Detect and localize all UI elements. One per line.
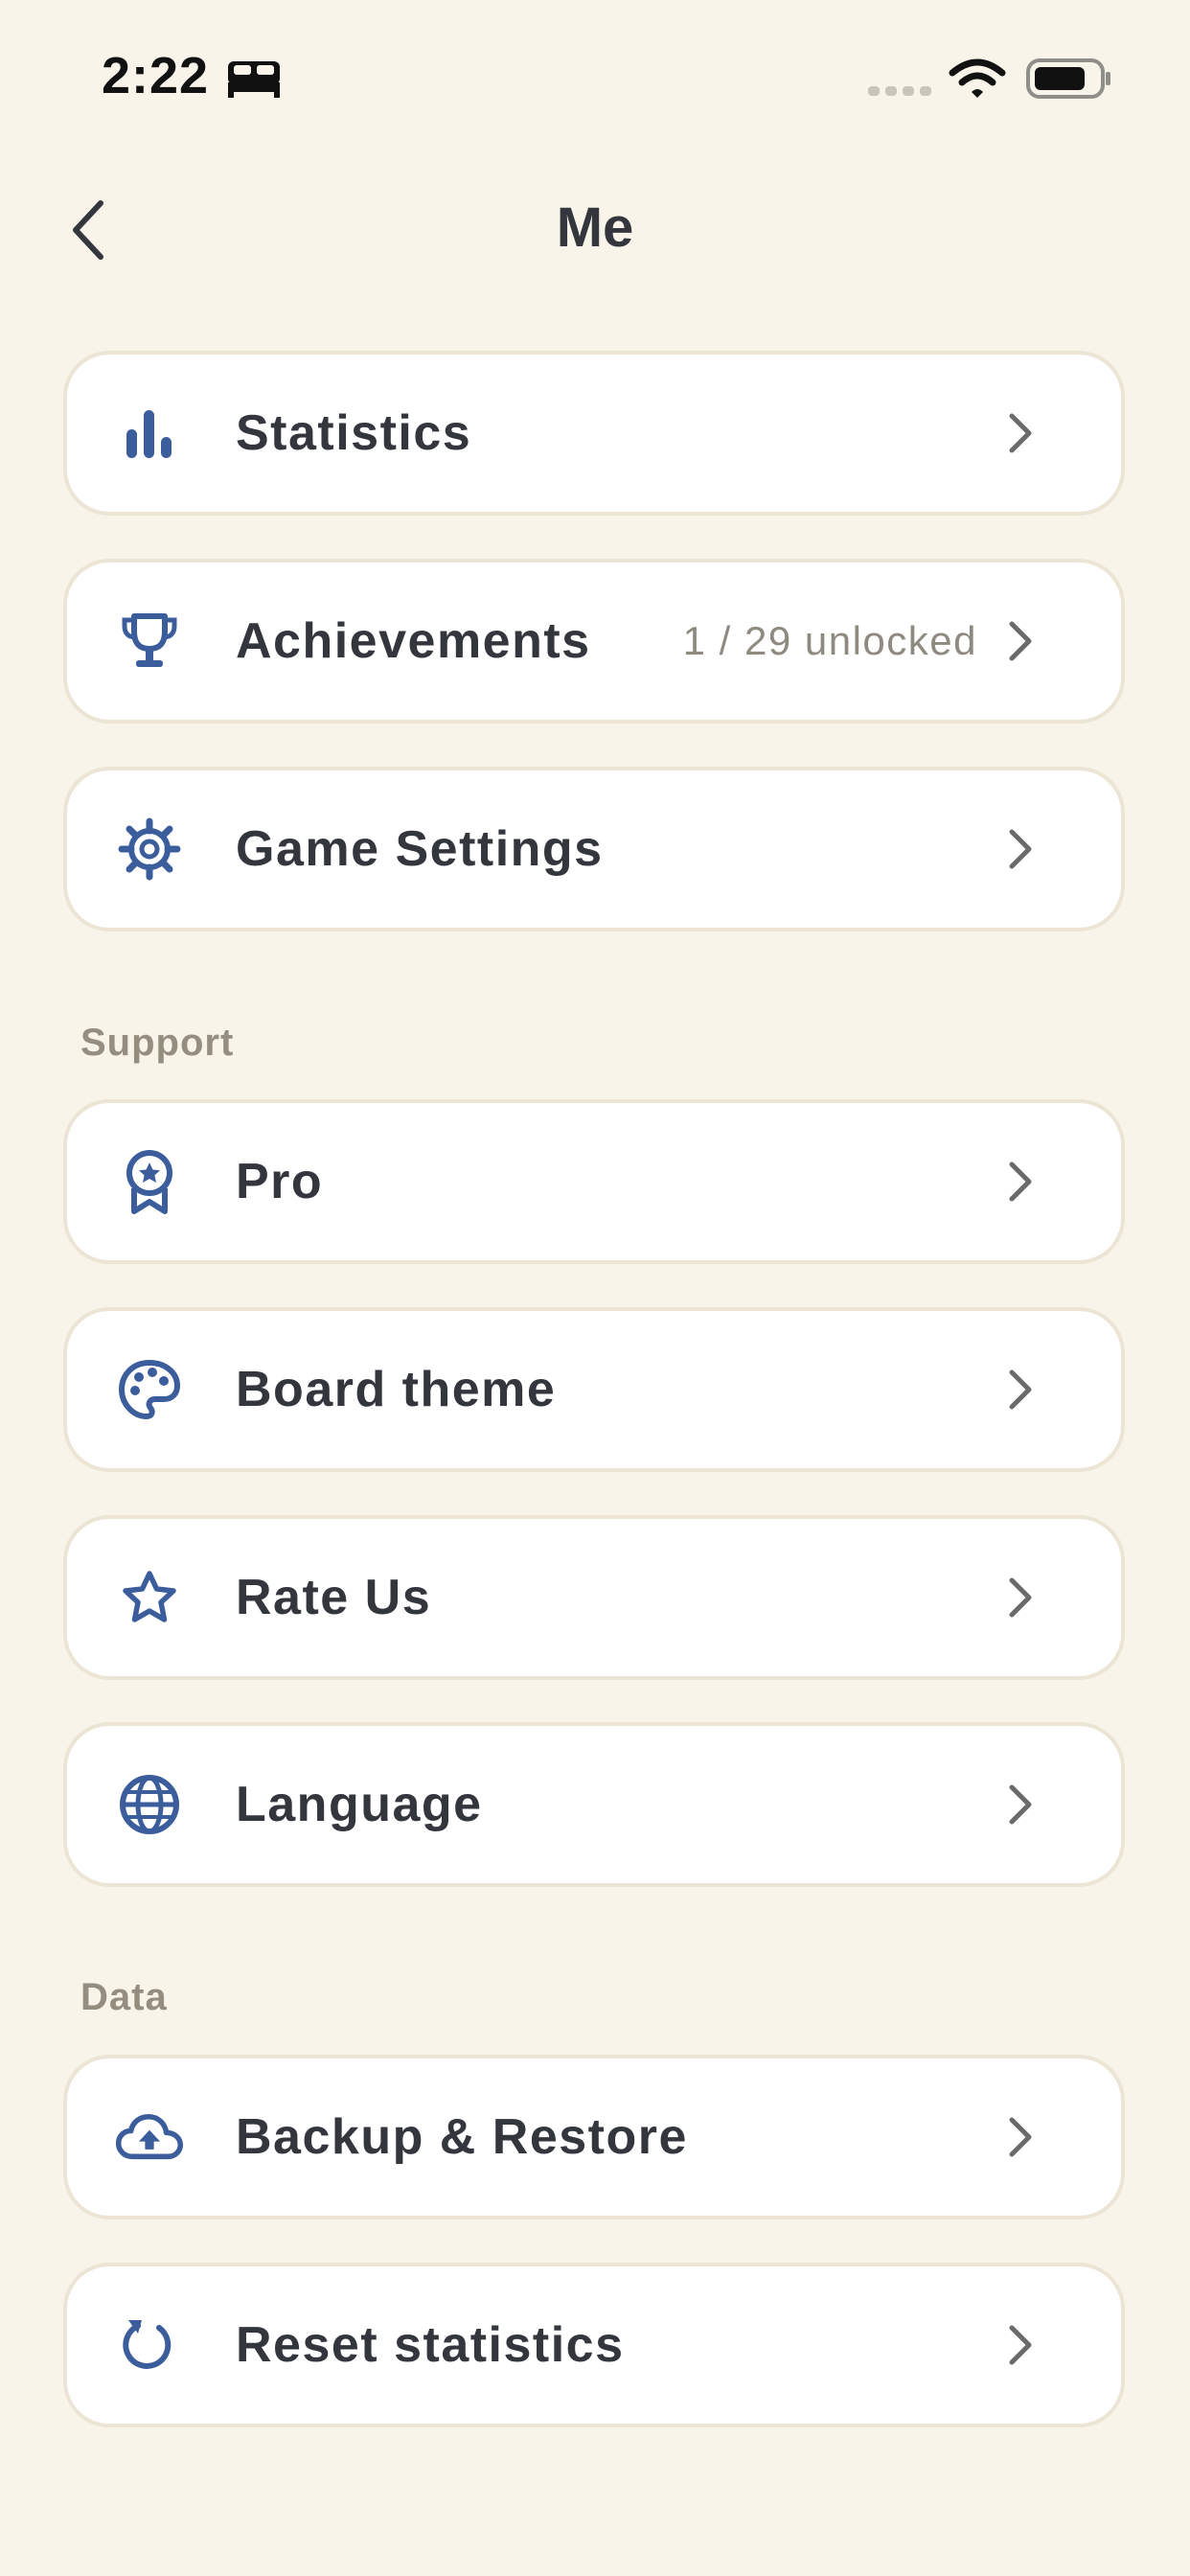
trophy-icon <box>115 607 184 676</box>
menu-item-label: Statistics <box>236 405 472 461</box>
chevron-right-icon <box>1006 618 1035 664</box>
menu-item-achievements[interactable]: Achievements 1 / 29 unlocked <box>63 559 1125 724</box>
menu-item-reset-statistics[interactable]: Reset statistics <box>63 2263 1125 2427</box>
globe-icon <box>115 1770 184 1839</box>
menu-item-game-settings[interactable]: Game Settings <box>63 767 1125 932</box>
bar-chart-icon <box>115 399 184 468</box>
chevron-right-icon <box>1006 2322 1035 2368</box>
menu-item-language[interactable]: Language <box>63 1722 1125 1887</box>
cloud-upload-icon <box>115 2103 184 2172</box>
star-icon <box>115 1563 184 1632</box>
menu-item-backup-restore[interactable]: Backup & Restore <box>63 2055 1125 2220</box>
menu-item-statistics[interactable]: Statistics <box>63 351 1125 516</box>
battery-icon <box>1025 58 1113 104</box>
bed-icon <box>226 58 282 104</box>
palette-icon <box>115 1355 184 1424</box>
chevron-right-icon <box>1006 1782 1035 1828</box>
menu-item-label: Reset statistics <box>236 2317 625 2373</box>
menu-item-label: Language <box>236 1777 483 1832</box>
wifi-icon <box>949 58 1006 104</box>
menu-item-label: Pro <box>236 1154 324 1209</box>
status-time: 2:22 <box>102 47 210 104</box>
status-bar: 2:22 <box>0 0 1190 153</box>
menu-item-label: Backup & Restore <box>236 2109 688 2165</box>
chevron-right-icon <box>1006 1575 1035 1621</box>
award-badge-icon <box>115 1147 184 1216</box>
menu-item-rate-us[interactable]: Rate Us <box>63 1515 1125 1680</box>
page-title: Me <box>556 196 634 259</box>
chevron-right-icon <box>1006 410 1035 456</box>
signal-icon <box>868 84 931 103</box>
menu-item-board-theme[interactable]: Board theme <box>63 1307 1125 1472</box>
chevron-right-icon <box>1006 826 1035 872</box>
section-heading-support: Support <box>80 1022 235 1064</box>
menu-item-label: Board theme <box>236 1362 557 1417</box>
menu-item-pro[interactable]: Pro <box>63 1099 1125 1264</box>
gear-icon <box>115 815 184 884</box>
achievements-progress: 1 / 29 unlocked <box>682 618 977 663</box>
chevron-right-icon <box>1006 2114 1035 2160</box>
menu-item-label: Achievements <box>236 613 591 669</box>
chevron-right-icon <box>1006 1159 1035 1205</box>
section-heading-data: Data <box>80 1976 168 2018</box>
menu-item-label: Game Settings <box>236 821 604 877</box>
nav-bar: Me <box>0 172 1190 288</box>
chevron-right-icon <box>1006 1367 1035 1413</box>
refresh-icon <box>115 2311 184 2380</box>
menu-item-label: Rate Us <box>236 1570 432 1625</box>
